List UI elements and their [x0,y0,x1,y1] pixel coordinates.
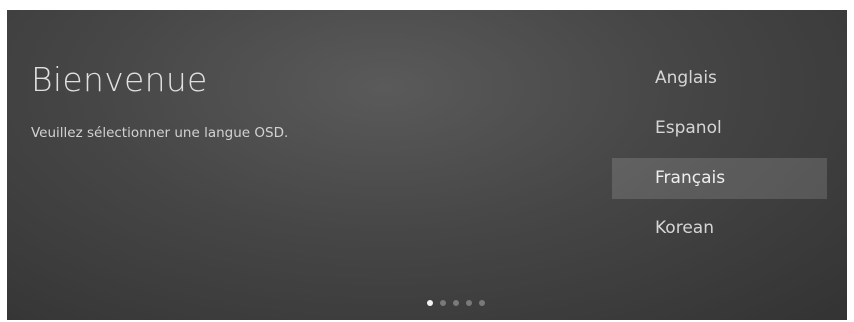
page-dot-5 [479,300,485,306]
language-option-anglais[interactable]: Anglais [612,58,827,99]
setup-screen: Bienvenue Veuillez sélectionner une lang… [7,10,847,320]
welcome-subtitle: Veuillez sélectionner une langue OSD. [31,125,289,141]
language-list: Anglais Espanol Français Korean [612,58,827,258]
language-option-francais[interactable]: Français [612,158,827,199]
language-option-korean[interactable]: Korean [612,208,827,249]
welcome-title: Bienvenue [31,60,208,99]
page-dot-2 [440,300,446,306]
page-dot-1 [427,300,433,306]
page-dot-4 [466,300,472,306]
page-indicator [427,300,485,306]
page-dot-3 [453,300,459,306]
language-option-espanol[interactable]: Espanol [612,108,827,149]
